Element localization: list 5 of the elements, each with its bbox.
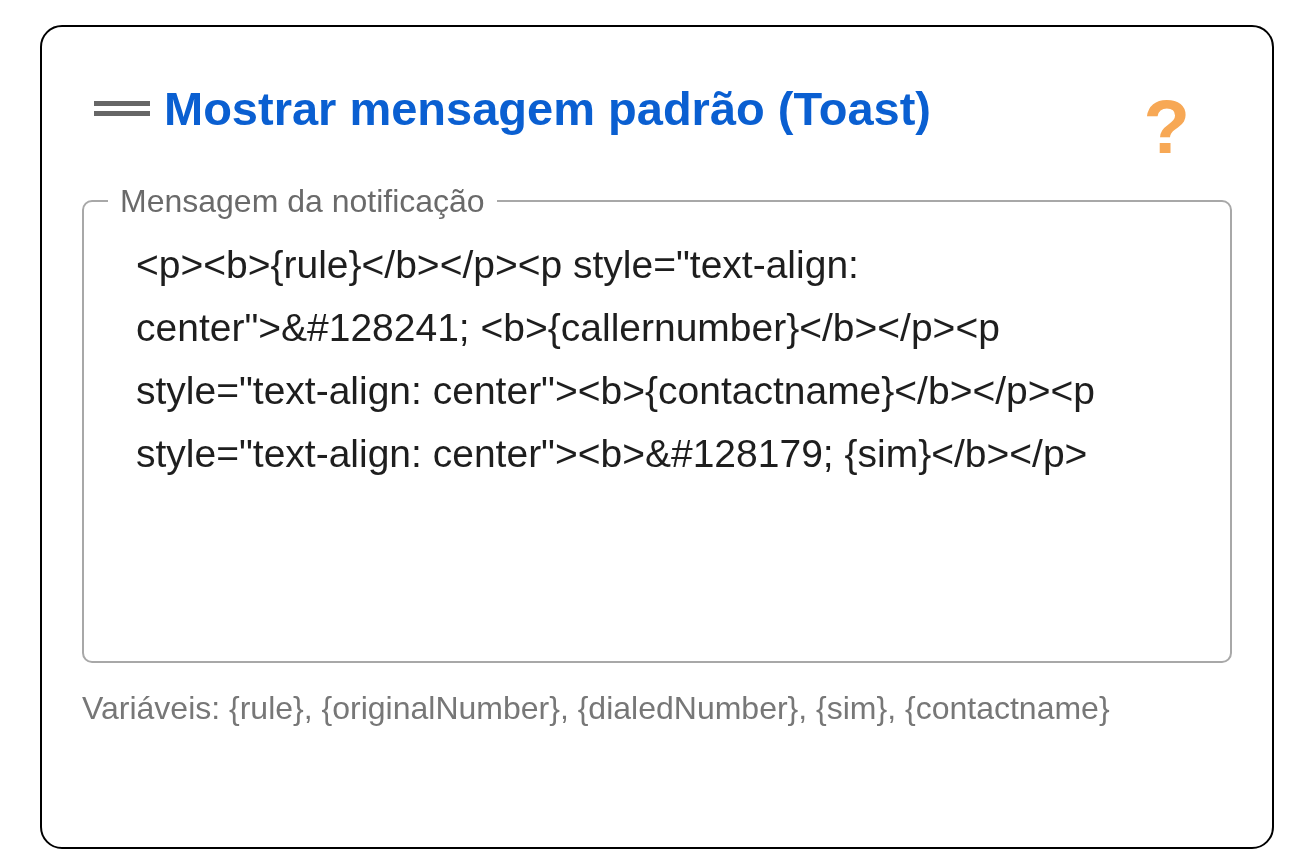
card-title: Mostrar mensagem padrão (Toast): [164, 81, 931, 137]
helper-text: Variáveis: {rule}, {originalNumber}, {dialedNumber}, {sim}, {contactname}: [82, 689, 1111, 728]
help-icon[interactable]: ?: [1143, 87, 1190, 167]
message-text: <p><b>{rule}</b></p><p style="text-align: center">&#128241; <b>{callernumber}</b></p><p style="text-align: center"><b>{contactname}</b></p><p style="text-align: center"><b>&#128179; {sim}</b></p>: [136, 242, 1096, 477]
field-label: Mensagem da notificação: [119, 182, 486, 221]
